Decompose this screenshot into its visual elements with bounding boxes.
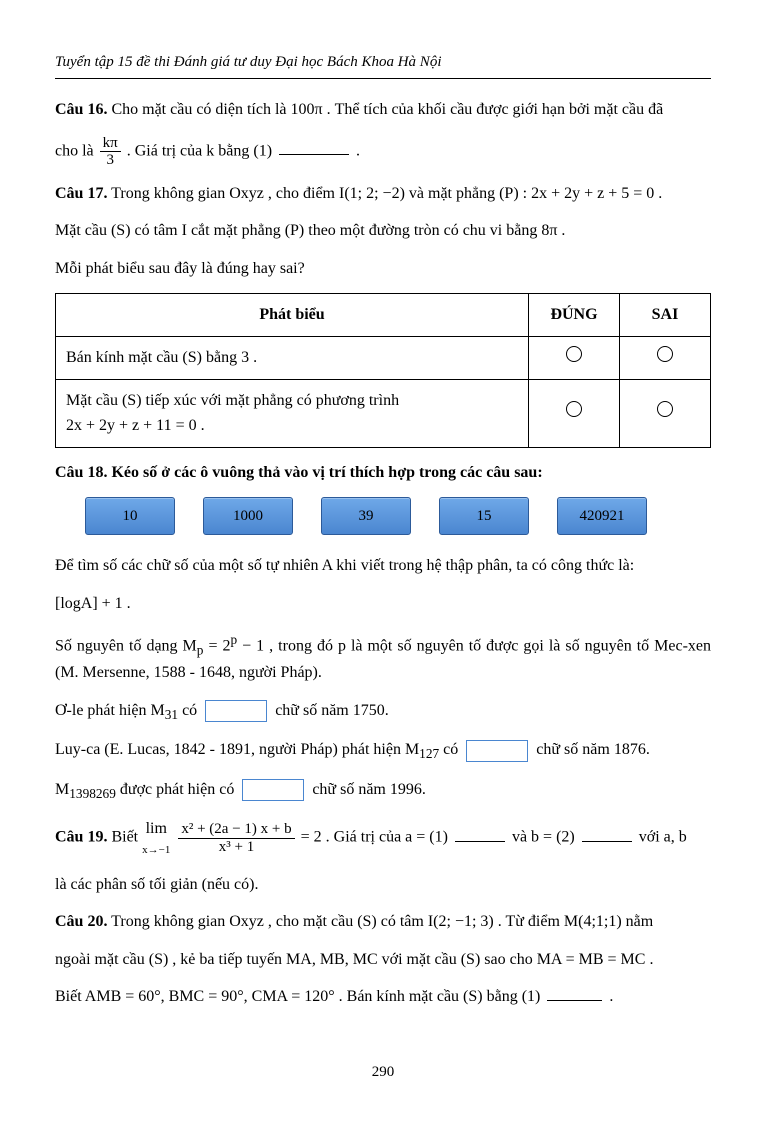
frac-num: kπ	[100, 135, 121, 153]
q16-line1: Câu 16. Cho mặt cầu có diện tích là 100π…	[55, 97, 711, 123]
t: Ơ-le phát hiện M	[55, 702, 165, 719]
frac-den: x³ + 1	[178, 839, 294, 856]
q17-line2: Mặt cầu (S) có tâm I cắt mặt phẳng (P) t…	[55, 218, 711, 244]
t: và b = (2)	[512, 829, 579, 846]
th-statement: Phát biểu	[56, 294, 529, 337]
row2-line2: 2x + 2y + z + 11 = 0 .	[66, 413, 518, 439]
t: với a, b	[639, 829, 687, 846]
t: được phát hiện có	[116, 781, 238, 798]
t: chữ số năm 1996.	[312, 781, 426, 798]
circle-icon	[657, 346, 673, 362]
q16-label: Câu 16.	[55, 101, 107, 118]
drag-box-15[interactable]: 15	[439, 497, 529, 535]
t: có	[178, 702, 201, 719]
th-true: ĐÚNG	[529, 294, 620, 337]
circle-icon	[566, 401, 582, 417]
row2-line1: Mặt cầu (S) tiếp xúc với mặt phẳng có ph…	[66, 388, 518, 414]
q20-line1: Câu 20. Trong không gian Oxyz , cho mặt …	[55, 909, 711, 935]
q18-drop-3[interactable]	[242, 779, 304, 801]
q18-p4: Luy-ca (E. Lucas, 1842 - 1891, người Phá…	[55, 737, 711, 765]
cell-statement-2: Mặt cầu (S) tiếp xúc với mặt phẳng có ph…	[56, 379, 529, 447]
q16-t2b: . Giá trị của k bằng (1)	[127, 142, 276, 159]
t: M	[55, 781, 69, 798]
q18-p1: Để tìm số các chữ số của một số tự nhiên…	[55, 553, 711, 579]
t: Luy-ca (E. Lucas, 1842 - 1891, người Phá…	[55, 741, 419, 758]
t: Trong không gian Oxyz , cho mặt cầu (S) …	[107, 913, 653, 930]
cell-statement-1: Bán kính mặt cầu (S) bằng 3 .	[56, 336, 529, 379]
q17-line3: Mỗi phát biểu sau đây là đúng hay sai?	[55, 256, 711, 282]
q18-p3: Ơ-le phát hiện M31 có chữ số năm 1750.	[55, 698, 711, 726]
q16-t2a: cho là	[55, 142, 98, 159]
q17-label: Câu 17.	[55, 185, 107, 202]
circle-icon	[566, 346, 582, 362]
page-header: Tuyển tập 15 đề thi Đánh giá tư duy Đại …	[55, 50, 711, 79]
t: chữ số năm 1750.	[275, 702, 389, 719]
q19-fraction: x² + (2a − 1) x + b x³ + 1	[178, 821, 294, 855]
t: Biết	[107, 829, 142, 846]
table-header-row: Phát biểu ĐÚNG SAI	[56, 294, 711, 337]
q16-blank-1[interactable]	[279, 138, 349, 155]
t: = 2 . Giá trị của a = (1)	[301, 829, 452, 846]
q16-line2: cho là kπ 3 . Giá trị của k bằng (1) .	[55, 135, 711, 169]
lim-top: lim	[142, 816, 170, 842]
q19-line1: Câu 19. Biết lim x→−1 x² + (2a − 1) x + …	[55, 816, 711, 859]
q16-fraction: kπ 3	[100, 135, 121, 169]
q20-line2: ngoài mặt cầu (S) , kẻ ba tiếp tuyến MA,…	[55, 947, 711, 973]
q19-line2: là các phân số tối giản (nếu có).	[55, 872, 711, 898]
drag-box-39[interactable]: 39	[321, 497, 411, 535]
q18-drag-options: 10 1000 39 15 420921	[85, 497, 711, 535]
q17-t1: Trong không gian Oxyz , cho điểm I(1; 2;…	[107, 185, 662, 202]
q17-table: Phát biểu ĐÚNG SAI Bán kính mặt cầu (S) …	[55, 293, 711, 447]
q16-t2c: .	[356, 142, 360, 159]
sub: 1398269	[69, 786, 116, 801]
q20-blank-1[interactable]	[547, 984, 602, 1001]
t: = 2	[203, 637, 230, 654]
t: chữ số năm 1876.	[536, 741, 650, 758]
table-row: Mặt cầu (S) tiếp xúc với mặt phẳng có ph…	[56, 379, 711, 447]
t: có	[439, 741, 462, 758]
drag-box-420921[interactable]: 420921	[557, 497, 647, 535]
cell-false-1[interactable]	[620, 336, 711, 379]
q20-line3: Biết AMB = 60°, BMC = 90°, CMA = 120° . …	[55, 984, 711, 1010]
cell-true-1[interactable]	[529, 336, 620, 379]
q19-blank-a[interactable]	[455, 825, 505, 842]
q20-label: Câu 20.	[55, 913, 107, 930]
q18-title: Câu 18. Kéo số ở các ô vuông thả vào vị …	[55, 460, 711, 486]
t: .	[609, 988, 613, 1005]
sub: 127	[419, 747, 439, 762]
drag-box-1000[interactable]: 1000	[203, 497, 293, 535]
th-false: SAI	[620, 294, 711, 337]
q18-p5: M1398269 được phát hiện có chữ số năm 19…	[55, 777, 711, 805]
table-row: Bán kính mặt cầu (S) bằng 3 .	[56, 336, 711, 379]
q17-line1: Câu 17. Trong không gian Oxyz , cho điểm…	[55, 181, 711, 207]
q19-label: Câu 19.	[55, 829, 107, 846]
q18-p1f: [logA] + 1 .	[55, 591, 711, 617]
q18-drop-1[interactable]	[205, 700, 267, 722]
cell-true-2[interactable]	[529, 379, 620, 447]
page-number: 290	[55, 1060, 711, 1084]
t: Biết AMB = 60°, BMC = 90°, CMA = 120° . …	[55, 988, 544, 1005]
q18-label: Câu 18.	[55, 464, 107, 481]
t: Số nguyên tố dạng M	[55, 637, 197, 654]
circle-icon	[657, 401, 673, 417]
q19-blank-b[interactable]	[582, 825, 632, 842]
frac-den: 3	[100, 152, 121, 169]
drag-box-10[interactable]: 10	[85, 497, 175, 535]
frac-num: x² + (2a − 1) x + b	[178, 821, 294, 839]
q18-title-text: Kéo số ở các ô vuông thả vào vị trí thíc…	[107, 464, 542, 481]
sub: 31	[165, 707, 178, 722]
cell-false-2[interactable]	[620, 379, 711, 447]
lim-bot: x→−1	[142, 842, 170, 860]
q18-drop-2[interactable]	[466, 740, 528, 762]
q18-p2: Số nguyên tố dạng Mp = 2p − 1 , trong đó…	[55, 629, 711, 686]
limit-expr: lim x→−1	[142, 816, 170, 859]
q16-t1: Cho mặt cầu có diện tích là 100π . Thể t…	[107, 101, 663, 118]
